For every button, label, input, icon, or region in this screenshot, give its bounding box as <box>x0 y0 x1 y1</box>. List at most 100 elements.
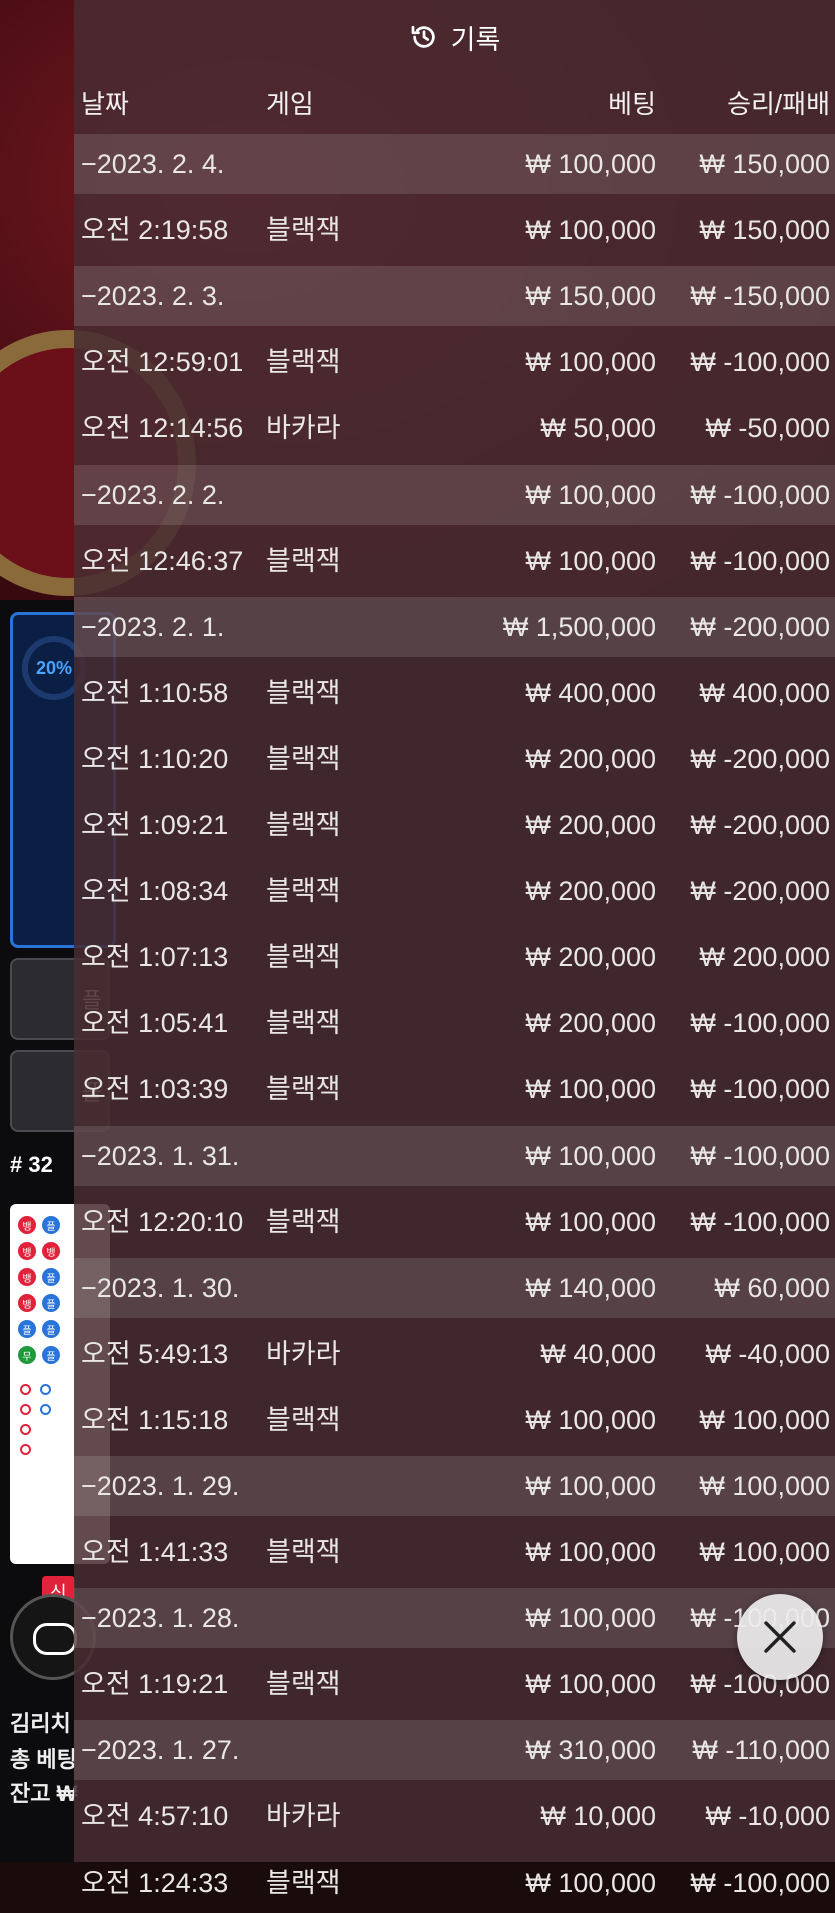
entry-result: ₩ -100,000 <box>690 480 830 510</box>
entry-result: ₩ 150,000 <box>699 215 830 245</box>
entry-result: ₩ -100,000 <box>690 1074 830 1104</box>
entry-time: 오전 1:07:13 <box>81 942 229 972</box>
entry-time: 오전 1:08:34 <box>81 876 229 906</box>
entry-time: 오전 1:41:33 <box>81 1537 229 1567</box>
history-row: 오전 1:10:20 블랙잭 ₩ 200,000 ₩ -200,000 <box>74 729 835 789</box>
round-id: # 32 <box>10 1152 53 1177</box>
entry-time: 오전 1:03:39 <box>81 1074 229 1104</box>
entry-time: 오전 5:49:13 <box>81 1339 229 1369</box>
bead: 플 <box>42 1346 60 1364</box>
entry-bet: ₩ 40,000 <box>540 1339 656 1369</box>
entry-game: 바카라 <box>266 413 341 443</box>
entry-bet: ₩ 100,000 <box>525 1471 656 1501</box>
bead: 뱅 <box>18 1242 36 1260</box>
big-road-mark <box>20 1384 31 1395</box>
entry-result: ₩ 100,000 <box>699 1537 830 1567</box>
history-row: 오전 1:19:21 블랙잭 ₩ 100,000 ₩ -100,000 <box>74 1654 835 1714</box>
entry-result: ₩ 60,000 <box>714 1273 830 1303</box>
bead: 뱅 <box>18 1216 36 1234</box>
group-date: −2023. 2. 2. <box>81 480 225 510</box>
entry-time: 오전 12:59:01 <box>81 347 244 377</box>
history-row: 오전 1:08:34 블랙잭 ₩ 200,000 ₩ -200,000 <box>74 861 835 921</box>
history-icon <box>411 25 435 48</box>
entry-result: ₩ -100,000 <box>690 1141 830 1171</box>
total-bet-label: 총 베팅 <box>10 1747 77 1772</box>
date-group-row[interactable]: −2023. 2. 3. ₩ 150,000 ₩ -150,000 <box>74 266 835 326</box>
entry-bet: ₩ 310,000 <box>525 1735 656 1765</box>
entry-game: 블랙잭 <box>266 744 341 774</box>
history-row: 오전 12:59:01 블랙잭 ₩ 100,000 ₩ -100,000 <box>74 332 835 392</box>
entry-game: 블랙잭 <box>266 546 341 576</box>
group-date: −2023. 2. 4. <box>81 149 225 179</box>
history-row: 오전 1:05:41 블랙잭 ₩ 200,000 ₩ -100,000 <box>74 993 835 1053</box>
column-header-result: 승리/패배 <box>727 89 830 119</box>
panel-header: 기록 <box>74 0 835 74</box>
date-group-row[interactable]: −2023. 2. 4. ₩ 100,000 ₩ 150,000 <box>74 134 835 194</box>
entry-result: ₩ -100,000 <box>690 1008 830 1038</box>
big-road-mark <box>40 1404 51 1415</box>
date-group-row[interactable]: −2023. 1. 30. ₩ 140,000 ₩ 60,000 <box>74 1258 835 1318</box>
entry-bet: ₩ 100,000 <box>525 215 656 245</box>
entry-bet: ₩ 100,000 <box>525 1537 656 1567</box>
date-group-row[interactable]: −2023. 1. 31. ₩ 100,000 ₩ -100,000 <box>74 1126 835 1186</box>
history-row: 오전 12:46:37 블랙잭 ₩ 100,000 ₩ -100,000 <box>74 531 835 591</box>
balance-label: 잔고 ₩ <box>10 1781 78 1806</box>
entry-bet: ₩ 400,000 <box>525 678 656 708</box>
entry-bet: ₩ 200,000 <box>525 744 656 774</box>
entry-result: ₩ -110,000 <box>692 1735 830 1765</box>
entry-result: ₩ -100,000 <box>690 1868 830 1898</box>
column-header-game: 게임 <box>266 89 314 119</box>
entry-bet: ₩ 200,000 <box>525 810 656 840</box>
entry-result: ₩ -200,000 <box>690 612 830 642</box>
bead: 무 <box>18 1346 36 1364</box>
entry-time: 오전 1:24:33 <box>81 1868 229 1898</box>
entry-result: ₩ -50,000 <box>705 413 830 443</box>
entry-bet: ₩ 100,000 <box>525 1207 656 1237</box>
entry-time: 오전 1:10:20 <box>81 744 229 774</box>
entry-game: 바카라 <box>266 1801 341 1831</box>
entry-game: 블랙잭 <box>266 678 341 708</box>
history-row: 오전 1:09:21 블랙잭 ₩ 200,000 ₩ -200,000 <box>74 795 835 855</box>
big-road-mark <box>20 1424 31 1435</box>
entry-bet: ₩ 200,000 <box>525 1008 656 1038</box>
entry-game: 블랙잭 <box>266 1868 341 1898</box>
date-group-row[interactable]: −2023. 1. 28.₩ 100,000₩ -100,000 <box>74 1588 835 1648</box>
history-row: 오전 1:03:39 블랙잭 ₩ 100,000 ₩ -100,000 <box>74 1059 835 1119</box>
entry-result: ₩ -10,000 <box>705 1801 830 1831</box>
date-group-row[interactable]: −2023. 1. 27. ₩ 310,000 ₩ -110,000 <box>74 1720 835 1780</box>
date-group-row[interactable]: −2023. 1. 29. ₩ 100,000 ₩ 100,000 <box>74 1456 835 1516</box>
entry-bet: ₩ 200,000 <box>525 876 656 906</box>
entry-bet: ₩ 100,000 <box>525 1141 656 1171</box>
entry-result: ₩ 200,000 <box>699 942 830 972</box>
entry-time: 오전 4:57:10 <box>81 1801 229 1831</box>
entry-result: ₩ 100,000 <box>699 1471 830 1501</box>
column-header-date: 날짜 <box>81 89 129 119</box>
history-row: 오전 5:49:13 바카라 ₩ 40,000 ₩ -40,000 <box>74 1324 835 1384</box>
entry-bet: ₩ 100,000 <box>525 1669 656 1699</box>
date-group-row[interactable]: −2023. 2. 1. ₩ 1,500,000 ₩ -200,000 <box>74 597 835 657</box>
history-row: 오전 1:10:58 블랙잭 ₩ 400,000 ₩ 400,000 <box>74 663 835 723</box>
entry-time: 오전 12:46:37 <box>81 546 244 576</box>
entry-result: ₩ -100,000 <box>690 347 830 377</box>
history-row: 오전 1:07:13 블랙잭 ₩ 200,000 ₩ 200,000 <box>74 927 835 987</box>
close-button[interactable] <box>737 1594 823 1680</box>
entry-time: 오전 1:15:18 <box>81 1405 229 1435</box>
date-group-row[interactable]: −2023. 2. 2. ₩ 100,000 ₩ -100,000 <box>74 465 835 525</box>
group-date: −2023. 1. 30. <box>81 1273 240 1303</box>
entry-bet: ₩ 100,000 <box>525 1868 656 1898</box>
history-row: 오전 2:19:58 블랙잭 ₩ 100,000 ₩ 150,000 <box>74 200 835 260</box>
entry-bet: ₩ 100,000 <box>525 149 656 179</box>
entry-game: 블랙잭 <box>266 1669 341 1699</box>
entry-time: 오전 2:19:58 <box>81 215 229 245</box>
entry-game: 블랙잭 <box>266 347 341 377</box>
entry-game: 블랙잭 <box>266 942 341 972</box>
entry-time: 오전 1:19:21 <box>81 1669 229 1699</box>
entry-result: ₩ -150,000 <box>690 281 830 311</box>
entry-bet: ₩ 100,000 <box>525 546 656 576</box>
group-date: −2023. 1. 28. <box>81 1603 240 1633</box>
panel-title: 기록 <box>450 24 501 55</box>
table-header: 날짜 게임 베팅 승리/패배 <box>74 74 835 134</box>
big-road-mark <box>40 1384 51 1395</box>
column-header-bet: 베팅 <box>608 89 656 119</box>
entry-result: ₩ 100,000 <box>699 1405 830 1435</box>
